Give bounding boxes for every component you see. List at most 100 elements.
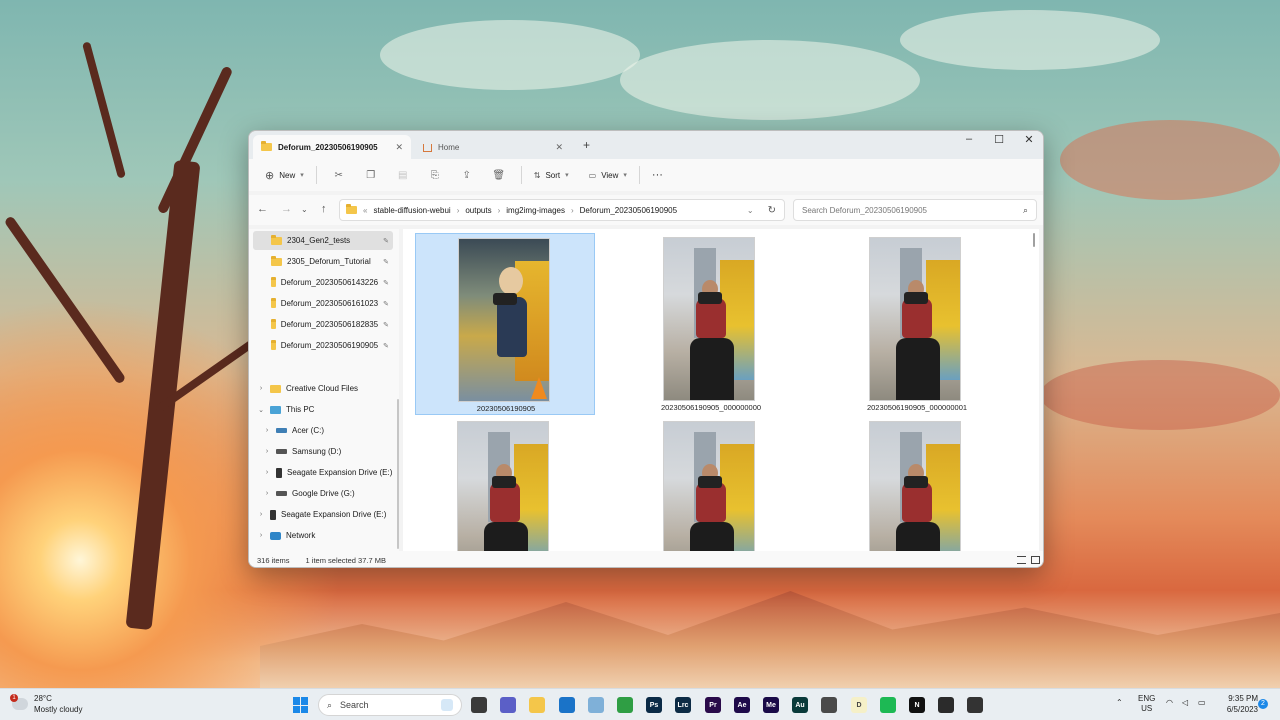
battery-icon[interactable]: ▭ [1198, 698, 1206, 707]
file-item[interactable] [621, 417, 801, 551]
breadcrumb[interactable]: stable-diffusion-webui [373, 206, 450, 215]
folder-icon [271, 276, 276, 287]
share-icon[interactable]: ⇪ [457, 163, 477, 187]
taskbar-app-mail[interactable] [559, 697, 575, 713]
sidebar-item-deforum-182835[interactable]: Deforum_20230506182835 ✎ [253, 315, 393, 334]
taskbar-app-audition[interactable]: Au [792, 697, 808, 713]
taskbar-app-chrome[interactable] [617, 697, 633, 713]
taskbar-app-notes[interactable]: D [851, 697, 867, 713]
chevron-right-icon[interactable]: › [263, 490, 271, 497]
new-tab-button[interactable]: + [583, 138, 590, 152]
maximize-button[interactable]: ☐ [983, 133, 1015, 151]
close-tab-icon[interactable]: ✕ [555, 142, 563, 153]
sidebar-item-deforum-143226[interactable]: Deforum_20230506143226 ✎ [253, 273, 393, 292]
taskbar-search[interactable]: ⌕ Search [318, 694, 462, 716]
cut-icon[interactable]: ✂ [329, 163, 349, 187]
refresh-icon[interactable]: ↻ [768, 205, 776, 216]
chevron-right-icon[interactable]: › [257, 532, 265, 539]
close-tab-icon[interactable]: ✕ [395, 142, 403, 153]
chevron-right-icon[interactable]: › [257, 385, 265, 392]
sidebar-item-2305-deforum-tutorial[interactable]: 2305_Deforum_Tutorial ✎ [253, 252, 393, 271]
taskbar-app-teams[interactable] [500, 697, 516, 713]
start-button[interactable] [293, 697, 309, 713]
file-item[interactable]: 20230506190905_000000000 [621, 233, 801, 415]
search-icon[interactable]: ⌕ [1023, 205, 1028, 216]
search-input[interactable]: Search Deforum_20230506190905 ⌕ [793, 199, 1037, 221]
sort-button[interactable]: ⇅ Sort ▾ [528, 163, 575, 187]
clock[interactable]: 9:35 PM 6/5/2023 [1218, 693, 1258, 715]
forward-arrow-icon[interactable]: → [281, 203, 292, 215]
notification-badge[interactable]: 2 [1258, 699, 1268, 709]
taskbar-app-after-effects[interactable]: Ae [734, 697, 750, 713]
chevron-right-icon[interactable]: › [263, 469, 271, 476]
up-arrow-icon[interactable]: ↑ [321, 203, 327, 215]
sidebar-item-network[interactable]: › Network [253, 526, 393, 545]
weather-widget[interactable]: 1 28°C Mostly cloudy [10, 693, 83, 715]
taskbar-app-davinci[interactable] [967, 697, 983, 713]
taskbar-app-media-encoder[interactable]: Me [763, 697, 779, 713]
breadcrumb[interactable]: img2img-images [506, 206, 565, 215]
cloud [1060, 120, 1280, 200]
taskbar-app-lightroom[interactable]: Lrc [675, 697, 691, 713]
close-window-button[interactable]: ✕ [1013, 133, 1043, 151]
view-button[interactable]: ▭ View ▾ [583, 163, 633, 187]
tab-deforum[interactable]: Deforum_20230506190905 ✕ [253, 135, 411, 159]
file-item[interactable] [827, 417, 1007, 551]
overflow-crumb[interactable]: « [361, 206, 369, 215]
rename-icon[interactable]: ⎘ [425, 163, 445, 187]
breadcrumb[interactable]: outputs [465, 206, 491, 215]
new-button[interactable]: ⊕ New ▾ [259, 163, 310, 187]
more-options-button[interactable]: ··· [646, 163, 669, 187]
sidebar-item-seagate-root[interactable]: › Seagate Expansion Drive (E:) [253, 505, 393, 524]
sidebar-item-seagate-e[interactable]: › Seagate Expansion Drive (E:) [253, 463, 393, 482]
back-arrow-icon[interactable]: ← [257, 203, 268, 215]
show-hidden-icons[interactable]: ⌃ [1116, 698, 1123, 707]
sidebar-scrollbar[interactable] [397, 399, 399, 549]
pin-icon: ✎ [383, 321, 389, 329]
delete-icon[interactable]: 🗑 [489, 163, 509, 187]
sidebar-item-deforum-190905[interactable]: Deforum_20230506190905 ✎ [253, 336, 393, 355]
taskbar-app-app-blank[interactable] [821, 697, 837, 713]
chevron-down-icon[interactable]: ⌄ [257, 406, 265, 414]
chevron-right-icon[interactable]: › [263, 427, 271, 434]
history-chevron-icon[interactable]: ⌄ [747, 206, 754, 215]
sidebar-item-this-pc[interactable]: ⌄ This PC [253, 400, 393, 419]
taskbar-app-spotify[interactable] [880, 697, 896, 713]
wifi-icon[interactable]: ◠ [1166, 698, 1173, 707]
file-item[interactable]: 20230506190905 [415, 233, 595, 415]
tab-label: Home [438, 142, 460, 152]
sidebar-item-acer-c[interactable]: › Acer (C:) [253, 421, 393, 440]
sidebar-item-deforum-161023[interactable]: Deforum_20230506161023 ✎ [253, 294, 393, 313]
sidebar-item-label: Acer (C:) [292, 426, 324, 435]
taskbar-app-explorer[interactable] [529, 697, 545, 713]
sidebar-item-2304-gen2-tests[interactable]: 2304_Gen2_tests ✎ [253, 231, 393, 250]
weather-desc: Mostly cloudy [34, 705, 83, 714]
paste-icon[interactable]: ▤ [393, 163, 413, 187]
copy-icon[interactable]: ❐ [361, 163, 381, 187]
details-view-icon[interactable] [1017, 556, 1026, 564]
file-item[interactable] [415, 417, 595, 551]
sidebar-item-creative-cloud[interactable]: › Creative Cloud Files [253, 379, 393, 398]
chevron-right-icon[interactable]: › [263, 448, 271, 455]
file-item[interactable]: 20230506190905_000000001 [827, 233, 1007, 415]
taskbar-app-photos[interactable] [588, 697, 604, 713]
recent-chevron-icon[interactable]: ⌄ [301, 205, 308, 214]
taskbar-app-file-manager[interactable] [471, 697, 487, 713]
content-scrollbar[interactable] [1033, 233, 1035, 247]
minimize-button[interactable]: – [953, 133, 985, 151]
breadcrumb[interactable]: Deforum_20230506190905 [580, 206, 677, 215]
taskbar-app-notion[interactable]: N [909, 697, 925, 713]
taskbar-app-terminal[interactable] [938, 697, 954, 713]
chevron-right-icon[interactable]: › [257, 511, 265, 518]
taskbar-app-premiere[interactable]: Pr [705, 697, 721, 713]
taskbar-app-photoshop[interactable]: Ps [646, 697, 662, 713]
sidebar-item-samsung-d[interactable]: › Samsung (D:) [253, 442, 393, 461]
address-bar[interactable]: « stable-diffusion-webui › outputs › img… [339, 199, 785, 221]
folder-icon [271, 339, 276, 350]
bing-icon [441, 699, 453, 711]
language-indicator[interactable]: ENG US [1138, 694, 1155, 714]
thumbnail-view-icon[interactable] [1031, 556, 1040, 564]
tab-home[interactable]: Home ✕ [415, 135, 571, 159]
sidebar-item-google-drive-g[interactable]: › Google Drive (G:) [253, 484, 393, 503]
volume-icon[interactable]: ◁ [1182, 698, 1188, 707]
